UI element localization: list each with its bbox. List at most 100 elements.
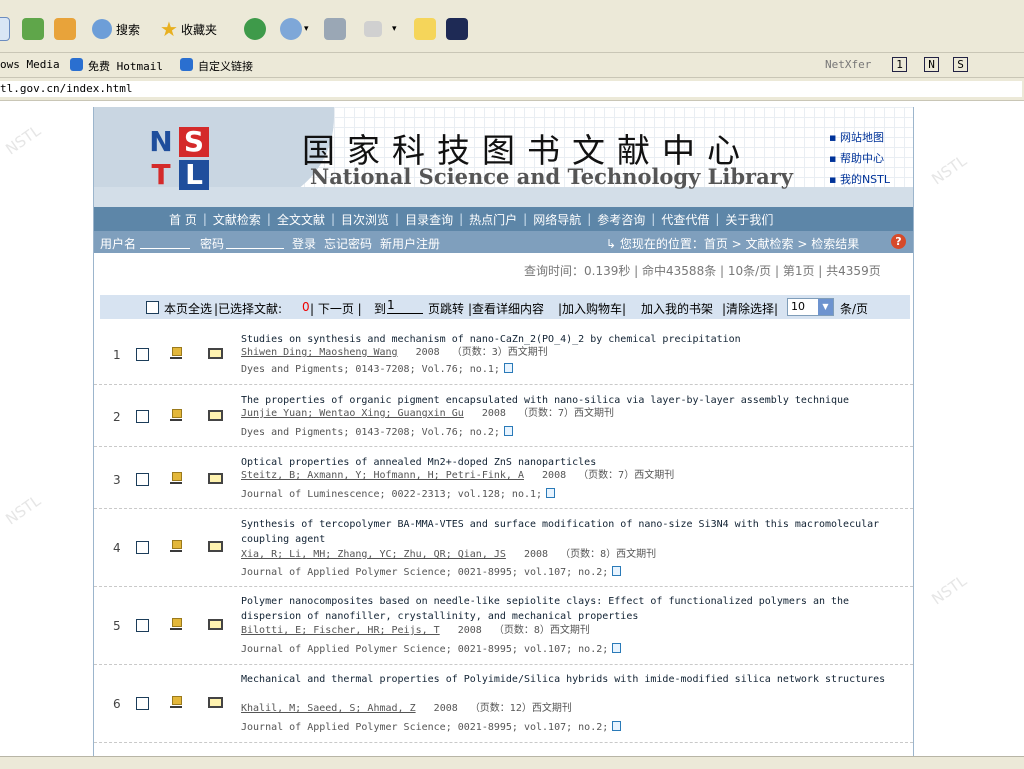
document-icon[interactable]	[612, 566, 622, 576]
page-jump-button[interactable]: 页跳转	[428, 300, 464, 317]
nav-web-navigation[interactable]: 网络导航	[533, 211, 581, 228]
record-authors[interactable]: Khalil, M; Saeed, S; Ahmad, Z	[241, 703, 416, 714]
link-custom[interactable]: 自定义链接	[198, 58, 253, 74]
mail-button[interactable]: ▾	[280, 16, 309, 42]
refresh-icon	[22, 18, 44, 40]
notes-button[interactable]	[414, 16, 436, 42]
record-source: Journal of Applied Polymer Science; 0021…	[241, 567, 609, 578]
record-source: Journal of Applied Polymer Science; 0021…	[241, 644, 609, 655]
address-input[interactable]: tl.gov.cn/index.html	[0, 81, 1022, 97]
folder-icon[interactable]	[208, 473, 223, 484]
nav-full-text[interactable]: 全文文献	[277, 211, 325, 228]
folder-icon[interactable]	[208, 541, 223, 552]
link-hotmail[interactable]: 免费 Hotmail	[88, 58, 163, 74]
history-button[interactable]	[244, 16, 266, 42]
add-to-shelf-link[interactable]: 加入我的书架	[641, 300, 713, 317]
folder-icon[interactable]	[208, 697, 223, 708]
document-icon[interactable]	[612, 721, 622, 731]
record-year: 2008	[457, 625, 482, 636]
forgot-password-link[interactable]: 忘记密码	[324, 235, 372, 252]
print-icon	[324, 18, 346, 40]
order-icon[interactable]	[170, 409, 182, 421]
select-all-checkbox[interactable]	[146, 301, 159, 314]
record-authors[interactable]: Junjie Yuan; Wentao Xing; Guangxin Gu	[241, 408, 464, 419]
print-button[interactable]	[324, 16, 346, 42]
record-title[interactable]: The properties of organic pigment encaps…	[241, 393, 901, 408]
favorites-button[interactable]: ★ 收藏夹	[160, 16, 217, 42]
view-detail-link[interactable]: |查看详细内容	[468, 300, 544, 317]
document-icon[interactable]	[503, 363, 513, 373]
search-button[interactable]: 搜索	[92, 16, 140, 42]
nstl-logo[interactable]: N S T L	[146, 127, 212, 191]
record-checkbox[interactable]	[136, 619, 149, 632]
folder-icon[interactable]	[208, 348, 223, 359]
order-icon[interactable]	[170, 472, 182, 484]
document-icon[interactable]	[546, 488, 556, 498]
add-to-cart-link[interactable]: |加入购物车|	[558, 300, 626, 317]
netxfer-button-1[interactable]: 1	[892, 57, 907, 72]
browser-toolbar: 搜索 ★ 收藏夹 ▾ ▾	[0, 6, 1024, 53]
order-icon[interactable]	[170, 696, 182, 708]
record-source-line: Journal of Luminescence; 0022-2313; vol.…	[241, 488, 556, 502]
goto-page-input[interactable]: 1	[387, 298, 423, 314]
address-bar: tl.gov.cn/index.html	[0, 78, 1024, 101]
record-checkbox[interactable]	[136, 473, 149, 486]
record-checkbox[interactable]	[136, 410, 149, 423]
refresh-button[interactable]	[22, 16, 44, 42]
record-title[interactable]: Polymer nanocomposites based on needle-l…	[241, 594, 901, 624]
edit-button[interactable]: ▾	[364, 16, 397, 42]
search-icon	[92, 19, 112, 39]
login-link[interactable]: 登录	[292, 235, 316, 252]
nav-toc-browse[interactable]: 目次浏览	[341, 211, 389, 228]
record-title[interactable]: Mechanical and thermal properties of Pol…	[241, 672, 901, 687]
netxfer-button-s[interactable]: S	[953, 57, 968, 72]
record-checkbox[interactable]	[136, 541, 149, 554]
nav-home[interactable]: 首 页	[169, 211, 197, 228]
extension-button[interactable]	[446, 16, 468, 42]
record-authors[interactable]: Bilotti, E; Fischer, HR; Peijs, T	[241, 625, 440, 636]
record-type: 西文期刊	[507, 347, 548, 358]
record-authors[interactable]: Shiwen Ding; Maosheng Wang	[241, 347, 398, 358]
record-title[interactable]: Studies on synthesis and mechanism of na…	[241, 332, 901, 347]
per-page-select[interactable]: 10 ▼	[787, 298, 834, 316]
result-record: 3 Optical properties of annealed Mn2+-do…	[94, 447, 913, 509]
order-icon[interactable]	[170, 347, 182, 359]
home-button[interactable]	[54, 16, 76, 42]
password-input[interactable]	[226, 233, 284, 249]
nav-literature-search[interactable]: 文献检索	[213, 211, 261, 228]
link-sitemap[interactable]: 网站地图	[829, 127, 890, 148]
status-bar	[0, 756, 1024, 769]
document-icon[interactable]	[503, 426, 513, 436]
clear-selection-link[interactable]: |清除选择|	[722, 300, 778, 317]
next-page-link[interactable]: | 下一页 |	[310, 300, 362, 317]
folder-icon[interactable]	[208, 619, 223, 630]
document-icon[interactable]	[612, 643, 622, 653]
record-authors[interactable]: Xia, R; Li, MH; Zhang, YC; Zhu, QR; Qian…	[241, 549, 506, 560]
link-help-center[interactable]: 帮助中心	[829, 148, 890, 169]
register-link[interactable]: 新用户注册	[380, 235, 440, 252]
record-source-line: Journal of Applied Polymer Science; 0021…	[241, 566, 622, 580]
stop-button[interactable]	[0, 16, 10, 42]
nav-about[interactable]: 关于我们	[725, 211, 773, 228]
nav-reference[interactable]: 参考咨询	[597, 211, 645, 228]
record-authors[interactable]: Steitz, B; Axmann, Y; Hofmann, H; Petri-…	[241, 470, 524, 481]
username-input[interactable]	[140, 233, 190, 249]
nav-hot-portal[interactable]: 热点门户	[469, 211, 517, 228]
netxfer-button-n[interactable]: N	[924, 57, 939, 72]
nav-proxy-borrow[interactable]: 代查代借	[661, 211, 709, 228]
record-checkbox[interactable]	[136, 348, 149, 361]
order-icon[interactable]	[170, 540, 182, 552]
folder-icon[interactable]	[208, 410, 223, 421]
per-page-label: 条/页	[840, 302, 869, 316]
link-my-nstl[interactable]: 我的NSTL	[829, 169, 890, 190]
record-title[interactable]: Synthesis of tercopolymer BA-MMA-VTES an…	[241, 517, 901, 547]
record-type: 西文期刊	[531, 703, 572, 714]
order-icon[interactable]	[170, 618, 182, 630]
nav-catalog-query[interactable]: 目录查询	[405, 211, 453, 228]
record-checkbox[interactable]	[136, 697, 149, 710]
help-icon[interactable]: ?	[891, 234, 906, 249]
chevron-down-icon: ▾	[304, 24, 309, 34]
home-icon	[54, 18, 76, 40]
link-windows-media[interactable]: ows Media	[0, 58, 60, 71]
record-title[interactable]: Optical properties of annealed Mn2+-dope…	[241, 455, 901, 470]
